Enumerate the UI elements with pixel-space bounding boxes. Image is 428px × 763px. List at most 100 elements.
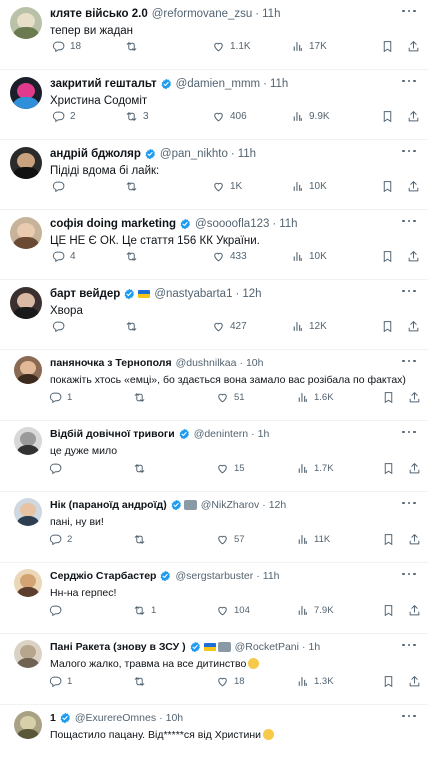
views-button[interactable]: 1.7K <box>296 461 334 475</box>
reply-button[interactable] <box>52 319 70 333</box>
tweet-time[interactable]: 11h <box>270 78 288 90</box>
author-name[interactable]: закритий гештальт <box>50 78 157 90</box>
tweet[interactable]: 1 @ExurereOmnes · 10h Пощастило пацану. Від*… <box>0 705 428 758</box>
tweet-time[interactable]: 11h <box>262 8 280 20</box>
more-icon[interactable] <box>402 288 416 294</box>
more-icon[interactable] <box>402 148 416 154</box>
repost-button[interactable]: 3 <box>125 109 149 123</box>
tweet-time[interactable]: 10h <box>166 712 184 724</box>
like-button[interactable]: 1K <box>212 179 242 193</box>
like-button[interactable]: 51 <box>216 390 245 404</box>
more-icon[interactable] <box>402 78 416 84</box>
tweet-time[interactable]: 11h <box>279 218 297 230</box>
tweet-time[interactable]: 1h <box>308 641 320 653</box>
like-button[interactable]: 15 <box>216 461 245 475</box>
reply-button[interactable]: 1 <box>49 674 72 688</box>
bookmark-button[interactable] <box>381 319 394 333</box>
share-button[interactable] <box>408 603 421 617</box>
author-handle[interactable]: @ExurereOmnes <box>75 712 156 724</box>
repost-button[interactable] <box>125 249 143 263</box>
share-button[interactable] <box>407 39 420 53</box>
author-handle[interactable]: @pan_nikhto <box>160 148 228 160</box>
views-button[interactable]: 11K <box>296 532 330 546</box>
more-icon[interactable] <box>402 358 416 364</box>
views-button[interactable]: 10K <box>291 179 327 193</box>
author-handle[interactable]: @reformovane_zsu <box>152 8 253 20</box>
avatar[interactable] <box>14 640 42 668</box>
tweet-time[interactable]: 11h <box>263 570 280 582</box>
tweet[interactable]: кляте військо 2.0 @reformovane_zsu · 11h теп… <box>0 0 428 70</box>
tweet[interactable]: софія doing marketing @sooooflа123 · 11h ЦЕ … <box>0 210 428 280</box>
like-button[interactable]: 433 <box>212 249 247 263</box>
more-icon[interactable] <box>402 500 416 506</box>
tweet-time[interactable]: 12h <box>269 499 287 511</box>
repost-button[interactable] <box>133 390 151 404</box>
tweet[interactable]: Серджіо Старбастер @sergstarbuster · 11h Нн-… <box>0 563 428 634</box>
avatar[interactable] <box>14 427 42 455</box>
views-button[interactable]: 17K <box>291 39 327 53</box>
avatar[interactable] <box>10 147 42 179</box>
repost-button[interactable] <box>133 674 151 688</box>
more-icon[interactable] <box>402 429 416 435</box>
more-icon[interactable] <box>402 571 416 577</box>
share-button[interactable] <box>407 179 420 193</box>
views-button[interactable]: 1.3K <box>296 674 334 688</box>
author-name[interactable]: Серджіо Старбастер <box>50 570 156 582</box>
bookmark-button[interactable] <box>381 109 394 123</box>
like-button[interactable]: 18 <box>216 674 245 688</box>
author-name[interactable]: Відбій довічної тривоги <box>50 428 175 440</box>
tweet[interactable]: Відбій довічної тривоги @denintern · 1h це д… <box>0 421 428 492</box>
reply-button[interactable] <box>49 603 67 617</box>
share-button[interactable] <box>408 674 421 688</box>
author-handle[interactable]: @dushnilkaa <box>176 357 237 369</box>
views-button[interactable]: 7.9K <box>296 603 334 617</box>
more-icon[interactable] <box>402 713 416 719</box>
author-handle[interactable]: @NikZharov <box>201 499 260 511</box>
share-button[interactable] <box>408 390 421 404</box>
tweet-time[interactable]: 12h <box>242 288 261 300</box>
avatar[interactable] <box>14 498 42 526</box>
author-handle[interactable]: @denintern <box>194 428 248 440</box>
like-button[interactable]: 57 <box>216 532 245 546</box>
author-name[interactable]: Пані Ракета (знову в ЗСУ ) <box>50 641 186 653</box>
repost-button[interactable] <box>125 319 143 333</box>
views-button[interactable]: 1.6K <box>296 390 334 404</box>
author-name[interactable]: барт вейдер <box>50 288 120 300</box>
avatar[interactable] <box>10 7 42 39</box>
share-button[interactable] <box>408 461 421 475</box>
tweet-time[interactable]: 1h <box>258 428 270 440</box>
author-handle[interactable]: @nastyabarta1 <box>154 288 232 300</box>
like-button[interactable]: 406 <box>212 109 247 123</box>
reply-button[interactable]: 4 <box>52 249 76 263</box>
share-button[interactable] <box>407 109 420 123</box>
author-name[interactable]: Нік (параноїд андроїд) <box>50 499 167 511</box>
tweet[interactable]: паняночка з Тернополя @dushnilkaa · 10h пока… <box>0 350 428 421</box>
views-button[interactable]: 12K <box>291 319 327 333</box>
tweet-time[interactable]: 11h <box>238 148 256 160</box>
reply-button[interactable]: 1 <box>49 390 72 404</box>
repost-button[interactable] <box>133 532 151 546</box>
share-button[interactable] <box>408 532 421 546</box>
views-button[interactable]: 9.9K <box>291 109 330 123</box>
bookmark-button[interactable] <box>382 603 395 617</box>
bookmark-button[interactable] <box>382 390 395 404</box>
author-handle[interactable]: @sooooflа123 <box>195 218 269 230</box>
bookmark-button[interactable] <box>382 461 395 475</box>
avatar[interactable] <box>14 356 42 384</box>
author-name[interactable]: андрій бджоляр <box>50 148 141 160</box>
more-icon[interactable] <box>402 8 416 14</box>
share-button[interactable] <box>407 249 420 263</box>
reply-button[interactable] <box>49 461 67 475</box>
author-handle[interactable]: @sergstarbuster <box>175 570 253 582</box>
share-button[interactable] <box>407 319 420 333</box>
avatar[interactable] <box>10 217 42 249</box>
reply-button[interactable]: 2 <box>49 532 72 546</box>
like-button[interactable]: 104 <box>216 603 250 617</box>
views-button[interactable]: 10K <box>291 249 327 263</box>
more-icon[interactable] <box>402 642 416 648</box>
tweet[interactable]: Нік (параноїд андроїд) @NikZharov · 12h пані… <box>0 492 428 563</box>
reply-button[interactable]: 2 <box>52 109 76 123</box>
bookmark-button[interactable] <box>381 249 394 263</box>
author-name[interactable]: софія doing marketing <box>50 218 176 230</box>
avatar[interactable] <box>14 711 42 739</box>
